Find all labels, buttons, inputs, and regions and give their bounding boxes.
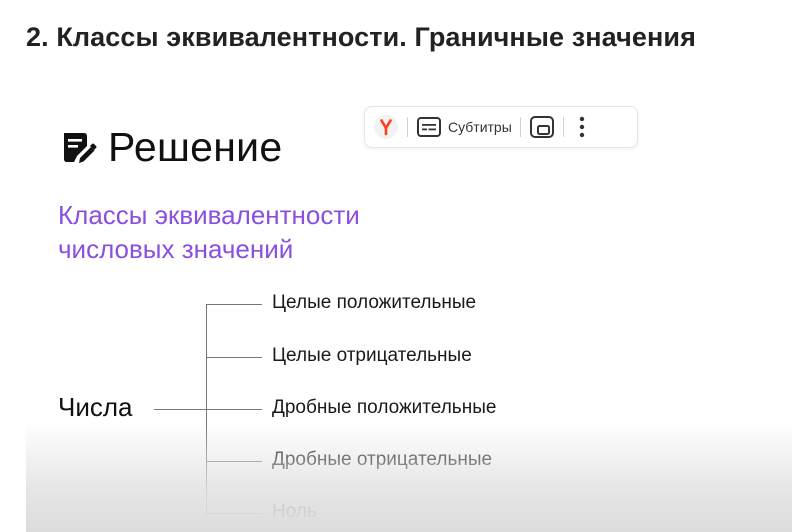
tree-branch-connector [206, 513, 262, 515]
numbers-tree: Числа Целые положительные Целые отрицате… [26, 78, 792, 532]
tree-branch-connector [206, 304, 262, 306]
tree-branch-label: Дробные положительные [272, 397, 497, 418]
tree-branch-label: Целые положительные [272, 292, 477, 313]
tree-branch-connector [206, 409, 262, 411]
tree-branch-label: Ноль [272, 501, 317, 522]
page-title: 2. Классы эквивалентности. Граничные зна… [26, 22, 696, 52]
tree-branch-label: Дробные отрицательные [272, 449, 493, 470]
tree-root-label: Числа [58, 392, 133, 422]
tree-branch-label: Целые отрицательные [272, 345, 472, 366]
tree-branch-connector [206, 357, 262, 359]
tree-branch-connector [206, 461, 262, 463]
video-player[interactable]: Решение Классы эквивалентности числовых … [26, 78, 792, 532]
tree-root-connector [154, 409, 208, 411]
